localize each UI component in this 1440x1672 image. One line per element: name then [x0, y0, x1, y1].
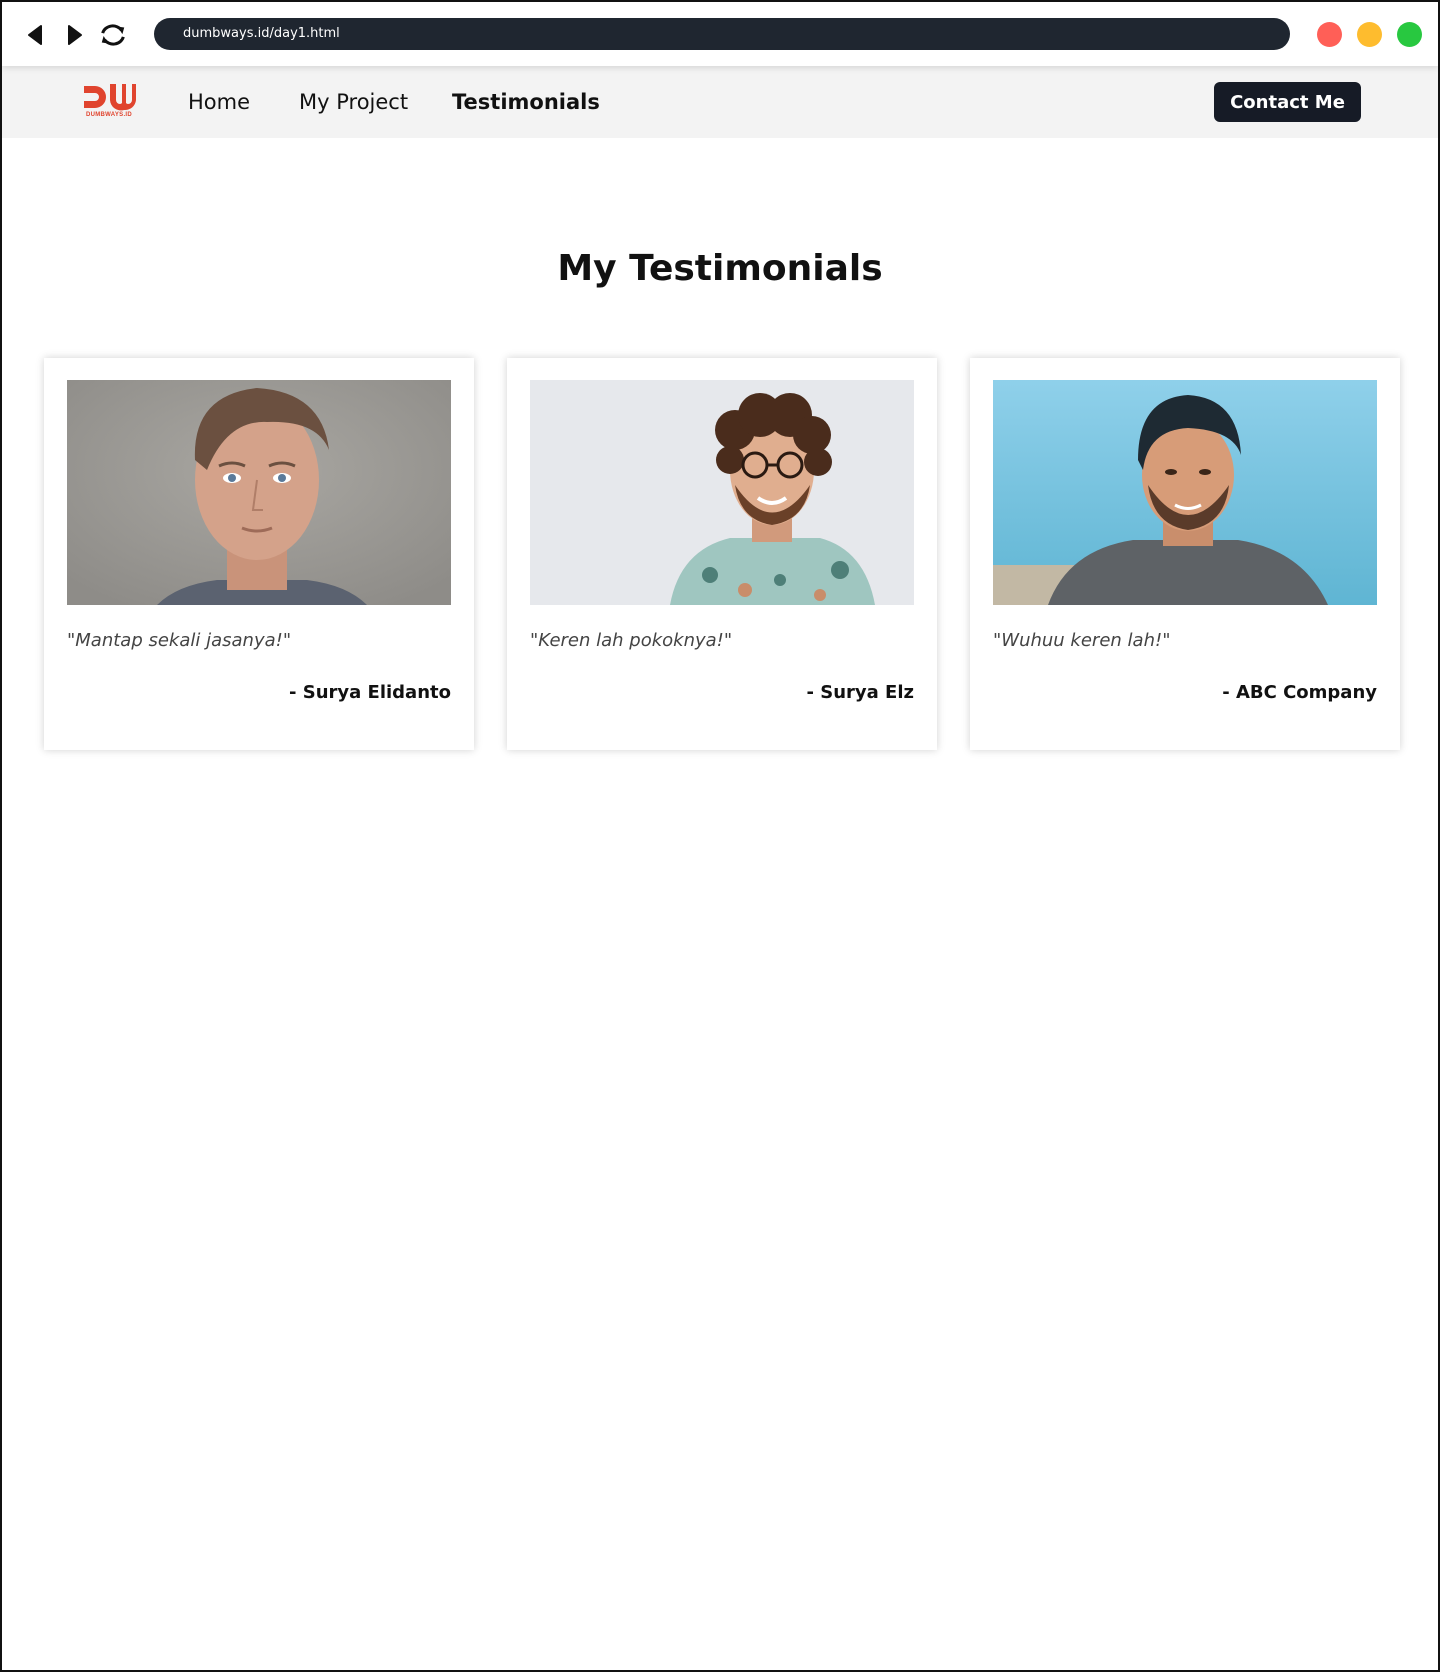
browser-window: dumbways.id/day1.html DUMBWAYS.ID Home M…	[0, 0, 1440, 1672]
nav-link-home[interactable]: Home	[188, 88, 250, 116]
testimonial-card: "Keren lah pokoknya!" - Surya Elz	[507, 358, 937, 750]
window-maximize-icon[interactable]	[1397, 22, 1422, 47]
window-close-icon[interactable]	[1317, 22, 1342, 47]
testimonial-photo	[530, 380, 914, 605]
url-bar[interactable]: dumbways.id/day1.html	[154, 18, 1290, 50]
testimonial-photo	[993, 380, 1377, 605]
back-arrow-icon[interactable]	[20, 20, 50, 50]
window-minimize-icon[interactable]	[1357, 22, 1382, 47]
dumbways-logo[interactable]: DUMBWAYS.ID	[82, 82, 136, 122]
testimonial-card: "Mantap sekali jasanya!" - Surya Elidant…	[44, 358, 474, 750]
site-navbar: DUMBWAYS.ID Home My Project Testimonials…	[2, 66, 1438, 138]
url-text: dumbways.id/day1.html	[183, 26, 340, 41]
page-title: My Testimonials	[557, 248, 883, 289]
testimonial-author: - Surya Elz	[806, 682, 914, 703]
browser-toolbar: dumbways.id/day1.html	[2, 2, 1438, 66]
reload-icon[interactable]	[98, 20, 128, 50]
nav-link-testimonials[interactable]: Testimonials	[452, 88, 600, 116]
testimonial-photo	[67, 380, 451, 605]
testimonial-quote: "Mantap sekali jasanya!"	[67, 630, 292, 651]
testimonial-author: - Surya Elidanto	[289, 682, 451, 703]
nav-link-my-project[interactable]: My Project	[299, 88, 408, 116]
testimonial-quote: "Keren lah pokoknya!"	[530, 630, 733, 651]
forward-arrow-icon[interactable]	[60, 20, 90, 50]
testimonial-quote: "Wuhuu keren lah!"	[993, 630, 1171, 651]
testimonial-author: - ABC Company	[1222, 682, 1377, 703]
testimonial-card: "Wuhuu keren lah!" - ABC Company	[970, 358, 1400, 750]
contact-me-button[interactable]: Contact Me	[1214, 82, 1361, 122]
logo-text: DUMBWAYS.ID	[85, 112, 133, 118]
